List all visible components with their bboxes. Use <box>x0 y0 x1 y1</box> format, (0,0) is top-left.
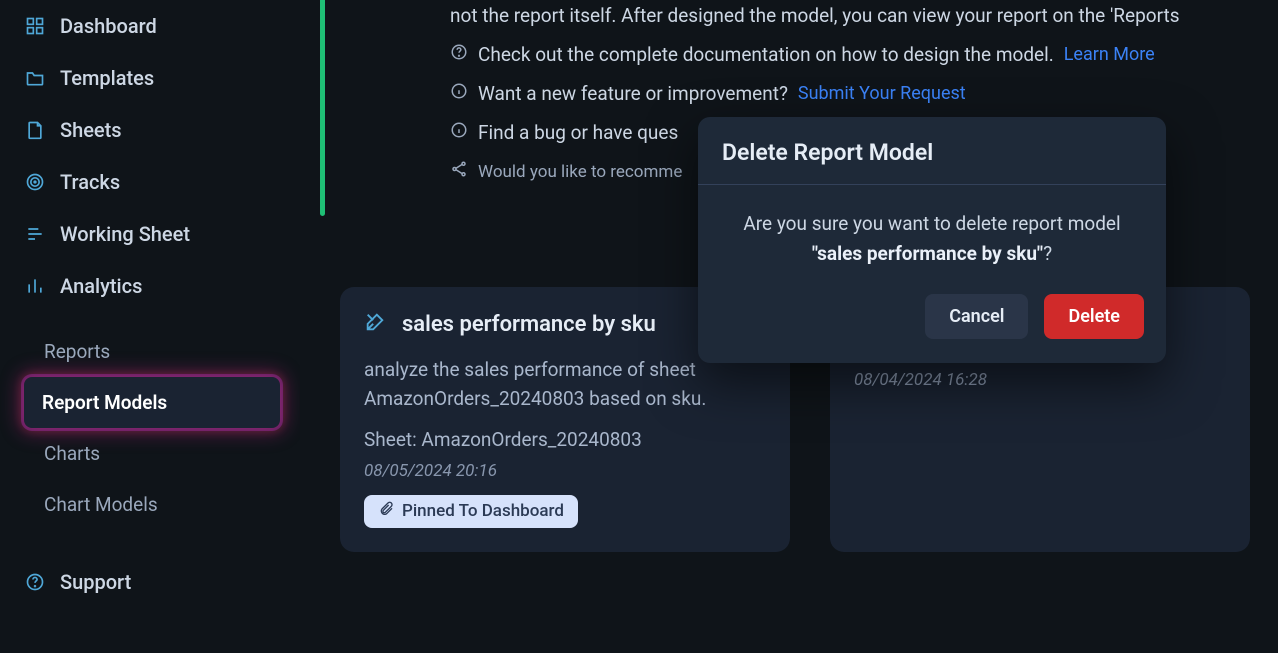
notice-line: Check out the complete documentation on … <box>340 35 1278 74</box>
pinned-badge: Pinned To Dashboard <box>364 495 578 528</box>
sidebar-item-templates[interactable]: Templates <box>0 52 290 104</box>
card-sheet: Sheet: AmazonOrders_20240803 <box>364 428 766 451</box>
sidebar-sub-label: Chart Models <box>44 493 158 516</box>
folder-icon <box>24 67 46 89</box>
card-title: sales performance by sku <box>402 312 656 337</box>
notice-line: Want a new feature or improvement? Submi… <box>340 74 1278 113</box>
help-circle-icon <box>24 571 46 593</box>
sidebar-sub-label: Reports <box>44 340 110 363</box>
delete-button[interactable]: Delete <box>1044 294 1144 339</box>
card-date: 08/04/2024 16:28 <box>854 370 1226 390</box>
share-icon <box>450 160 468 183</box>
sidebar-item-sheets[interactable]: Sheets <box>0 104 290 156</box>
help-circle-icon <box>450 43 468 66</box>
target-icon <box>24 171 46 193</box>
file-icon <box>24 119 46 141</box>
sidebar: Dashboard Templates Sheets Tracks Workin… <box>0 0 300 653</box>
notice-text: Find a bug or have ques <box>478 121 678 144</box>
sidebar-sub-label: Report Models <box>42 391 167 414</box>
learn-more-link[interactable]: Learn More <box>1064 44 1155 65</box>
modal-text-pre: Are you sure you want to delete report m… <box>743 212 1120 235</box>
grid-icon <box>24 15 46 37</box>
sidebar-sub-label: Charts <box>44 442 100 465</box>
notice-text: Would you like to recomme <box>478 162 682 182</box>
sidebar-item-label: Templates <box>60 66 154 90</box>
sidebar-item-label: Working Sheet <box>60 222 190 246</box>
sidebar-item-working-sheet[interactable]: Working Sheet <box>0 208 290 260</box>
paperclip-icon <box>378 501 394 522</box>
modal-actions: Cancel Delete <box>698 280 1166 363</box>
sidebar-sub-report-models[interactable]: Report Models <box>24 377 280 428</box>
cancel-button[interactable]: Cancel <box>925 294 1028 339</box>
submit-request-link[interactable]: Submit Your Request <box>798 83 966 104</box>
sidebar-item-tracks[interactable]: Tracks <box>0 156 290 208</box>
notice-text: Want a new feature or improvement? <box>478 82 788 105</box>
pinned-label: Pinned To Dashboard <box>402 501 564 521</box>
modal-text-bold: "sales performance by sku" <box>812 242 1043 265</box>
sidebar-item-label: Analytics <box>60 274 142 298</box>
notice-text: Check out the complete documentation on … <box>478 43 1054 66</box>
sidebar-item-dashboard[interactable]: Dashboard <box>0 0 290 52</box>
modal-title: Delete Report Model <box>698 117 1166 185</box>
design-tools-icon <box>364 311 386 337</box>
sidebar-item-analytics[interactable]: Analytics <box>0 260 290 312</box>
sidebar-sub-reports[interactable]: Reports <box>0 326 290 377</box>
info-circle-icon <box>450 121 468 144</box>
modal-text-post: ? <box>1043 242 1052 265</box>
card-description: analyze the sales performance of sheet A… <box>364 355 766 414</box>
sidebar-sub-chart-models[interactable]: Chart Models <box>0 479 290 530</box>
modal-body: Are you sure you want to delete report m… <box>698 185 1166 280</box>
delete-modal: Delete Report Model Are you sure you wan… <box>698 117 1166 363</box>
sidebar-item-label: Support <box>60 570 131 594</box>
sidebar-item-label: Dashboard <box>60 14 157 38</box>
notice-line: not the report itself. After designed th… <box>340 0 1278 35</box>
sidebar-item-support[interactable]: Support <box>0 556 290 608</box>
notice-accent-bar <box>320 0 325 216</box>
sidebar-sub-charts[interactable]: Charts <box>0 428 290 479</box>
sidebar-item-label: Sheets <box>60 118 122 142</box>
info-circle-icon <box>450 82 468 105</box>
notice-text: not the report itself. After designed th… <box>450 4 1180 27</box>
list-icon <box>24 223 46 245</box>
card-date: 08/05/2024 20:16 <box>364 461 766 481</box>
sidebar-item-label: Tracks <box>60 170 120 194</box>
bar-chart-icon <box>24 275 46 297</box>
